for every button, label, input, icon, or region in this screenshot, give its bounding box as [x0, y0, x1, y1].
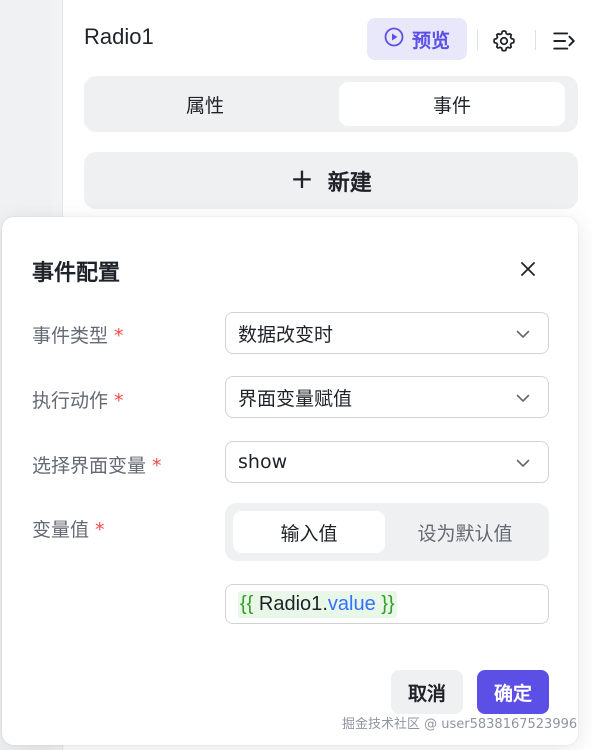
collapse-right-icon [551, 32, 577, 58]
toolbar-divider [477, 30, 478, 50]
watermark: 掘金技术社区 @ user5838167523996 [342, 717, 578, 732]
close-button[interactable] [516, 257, 540, 281]
new-event-label: 新建 [327, 170, 372, 196]
required-mark: * [114, 325, 124, 347]
tab-events[interactable]: 事件 [339, 82, 565, 126]
chevron-down-icon [514, 454, 532, 472]
toolbar-divider [535, 30, 536, 50]
tab-input-value[interactable]: 输入值 [233, 511, 385, 553]
required-mark: * [114, 390, 124, 412]
expression-chip: {{ Radio1.value }} [238, 590, 397, 618]
variable-label: 选择界面变量 * [32, 455, 162, 477]
event-type-label: 事件类型 * [32, 325, 124, 347]
action-select[interactable]: 界面变量赋值 [225, 376, 549, 418]
preview-label: 预览 [411, 29, 450, 52]
required-mark: * [152, 455, 162, 477]
confirm-button[interactable]: 确定 [477, 670, 549, 714]
cancel-button[interactable]: 取消 [391, 670, 463, 714]
plus-icon: + [290, 162, 314, 195]
action-label: 执行动作 * [32, 390, 124, 412]
panel-tabs: 属性 事件 [84, 76, 578, 132]
tab-properties[interactable]: 属性 [92, 82, 318, 126]
collapse-panel-button[interactable] [551, 28, 577, 54]
variable-value: show [238, 451, 288, 473]
play-circle-icon [384, 27, 404, 52]
value-mode-tabs: 输入值 设为默认值 [225, 503, 549, 561]
close-icon [516, 262, 540, 285]
gear-icon [491, 30, 517, 58]
expression-input[interactable]: {{ Radio1.value }} [225, 584, 549, 624]
required-mark: * [95, 519, 105, 541]
preview-button[interactable]: 预览 [367, 18, 467, 60]
event-type-value: 数据改变时 [238, 323, 334, 346]
chevron-down-icon [514, 389, 532, 407]
action-value: 界面变量赋值 [238, 387, 353, 410]
event-config-dialog: 事件配置 事件类型 * 数据改变时 执行动作 * 界面变量赋值 选择界面变量 * sh… [2, 217, 578, 745]
component-title: Radio1 [84, 24, 154, 49]
settings-button[interactable] [491, 28, 517, 54]
new-event-button[interactable]: + 新建 [84, 152, 578, 209]
variable-select[interactable]: show [225, 441, 549, 483]
event-type-select[interactable]: 数据改变时 [225, 312, 549, 354]
tab-set-default[interactable]: 设为默认值 [389, 511, 541, 553]
variable-value-label: 变量值 * [32, 519, 105, 541]
chevron-down-icon [514, 325, 532, 343]
dialog-title: 事件配置 [32, 261, 121, 286]
